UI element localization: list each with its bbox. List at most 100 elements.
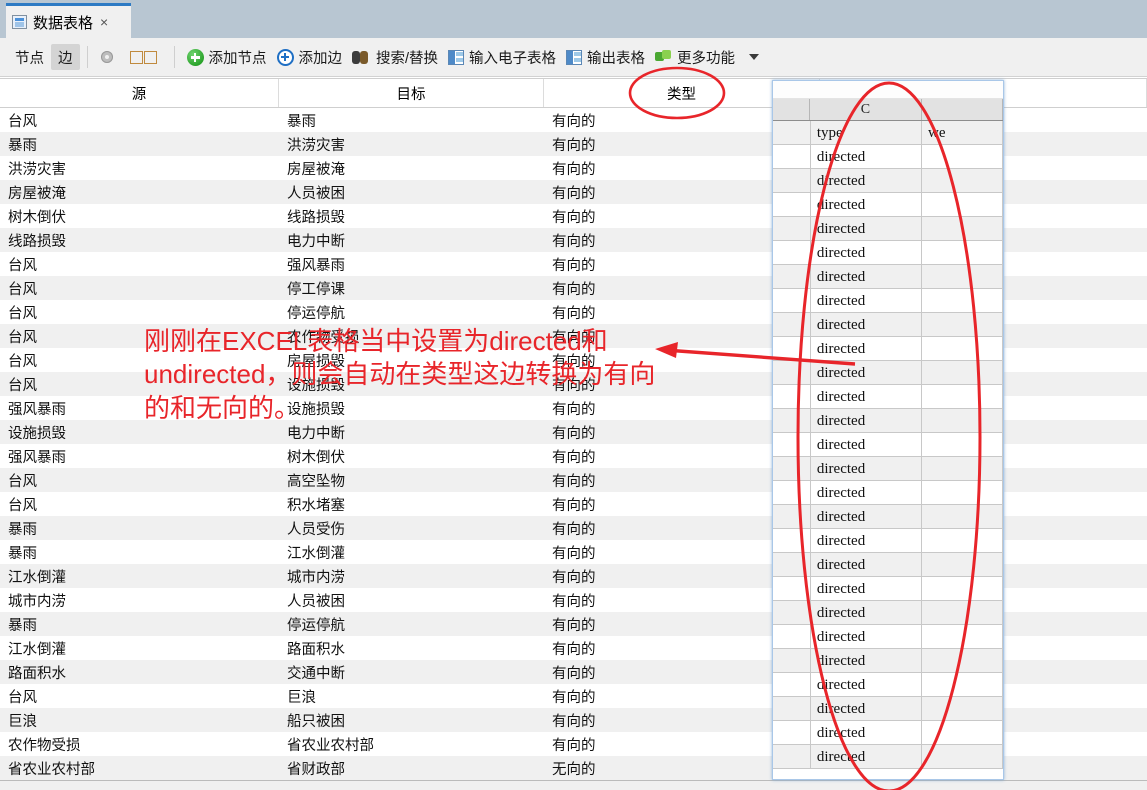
excel-cell-weight[interactable] [922, 481, 1003, 505]
cell-source[interactable]: 台风 [0, 686, 279, 707]
excel-cell-type[interactable]: directed [810, 217, 923, 241]
excel-row[interactable]: directed [773, 457, 1003, 481]
excel-cell-weight[interactable] [922, 529, 1003, 553]
cell-source[interactable]: 暴雨 [0, 518, 279, 539]
excel-row[interactable]: directed [773, 361, 1003, 385]
excel-cell-a[interactable] [773, 313, 811, 337]
excel-cell-a[interactable] [773, 649, 811, 673]
cell-source[interactable]: 城市内涝 [0, 590, 279, 611]
excel-cell-weight-header[interactable]: we [922, 121, 1003, 145]
cell-target[interactable]: 高空坠物 [279, 470, 544, 491]
excel-cell-weight[interactable] [922, 361, 1003, 385]
cell-target[interactable]: 路面积水 [279, 638, 544, 659]
excel-cell-a[interactable] [773, 385, 811, 409]
excel-cell-weight[interactable] [922, 457, 1003, 481]
excel-cell-type[interactable]: directed [810, 553, 923, 577]
excel-cell-a[interactable] [773, 193, 811, 217]
excel-row[interactable]: directed [773, 601, 1003, 625]
add-edge-button[interactable]: 添加边 [272, 44, 348, 70]
cell-source[interactable]: 暴雨 [0, 542, 279, 563]
excel-cell-a[interactable] [773, 241, 811, 265]
cell-target[interactable]: 电力中断 [279, 230, 544, 251]
excel-cell-a[interactable] [773, 217, 811, 241]
excel-row[interactable]: directed [773, 313, 1003, 337]
excel-row[interactable]: directed [773, 553, 1003, 577]
cell-target[interactable]: 人员被困 [279, 590, 544, 611]
cell-source[interactable]: 台风 [0, 470, 279, 491]
cell-target[interactable]: 积水堵塞 [279, 494, 544, 515]
excel-cell-weight[interactable] [922, 385, 1003, 409]
excel-cell-a[interactable] [773, 697, 811, 721]
excel-row[interactable]: directed [773, 745, 1003, 769]
excel-cell-type[interactable]: directed [810, 625, 923, 649]
cell-source[interactable]: 台风 [0, 278, 279, 299]
excel-cell-weight[interactable] [922, 745, 1003, 769]
excel-cell-type[interactable]: directed [810, 241, 923, 265]
cell-source[interactable]: 强风暴雨 [0, 446, 279, 467]
cell-source[interactable]: 台风 [0, 254, 279, 275]
excel-cell-type-header[interactable]: type [810, 121, 923, 145]
excel-cell-type[interactable]: directed [810, 313, 923, 337]
cell-source[interactable]: 暴雨 [0, 614, 279, 635]
import-spreadsheet-button[interactable]: 输入电子表格 [443, 44, 561, 70]
cell-source[interactable]: 树木倒伏 [0, 206, 279, 227]
cell-source[interactable]: 台风 [0, 494, 279, 515]
cell-target[interactable]: 暴雨 [279, 110, 544, 131]
excel-cell-type[interactable]: directed [810, 505, 923, 529]
excel-cell-a[interactable] [773, 145, 811, 169]
cell-source[interactable]: 江水倒灌 [0, 638, 279, 659]
cell-target[interactable]: 人员被困 [279, 182, 544, 203]
excel-cell-type[interactable]: directed [810, 145, 923, 169]
excel-cell-type[interactable]: directed [810, 601, 923, 625]
toolbar-edges-toggle[interactable]: 边 [51, 44, 80, 70]
excel-cell-type[interactable]: directed [810, 673, 923, 697]
excel-cell-a[interactable] [773, 457, 811, 481]
excel-cell-weight[interactable] [922, 265, 1003, 289]
cell-target[interactable]: 停运停航 [279, 302, 544, 323]
excel-cell-weight[interactable] [922, 217, 1003, 241]
excel-cell-weight[interactable] [922, 673, 1003, 697]
cell-target[interactable]: 省农业农村部 [279, 734, 544, 755]
excel-cell-type[interactable]: directed [810, 481, 923, 505]
excel-cell-a[interactable] [773, 553, 811, 577]
excel-cell-weight[interactable] [922, 313, 1003, 337]
excel-cell-a[interactable] [773, 169, 811, 193]
excel-cell-weight[interactable] [922, 601, 1003, 625]
cell-target[interactable]: 洪涝灾害 [279, 134, 544, 155]
excel-cell-type[interactable]: directed [810, 433, 923, 457]
excel-row[interactable]: directed [773, 337, 1003, 361]
cell-target[interactable]: 省财政部 [279, 758, 544, 779]
excel-cell-a[interactable] [773, 745, 811, 769]
excel-row[interactable]: directed [773, 265, 1003, 289]
excel-cell-type[interactable]: directed [810, 385, 923, 409]
excel-row[interactable]: directed [773, 193, 1003, 217]
cell-target[interactable]: 停运停航 [279, 614, 544, 635]
excel-cell-a[interactable] [773, 721, 811, 745]
excel-cell-type[interactable]: directed [810, 529, 923, 553]
excel-row[interactable]: directed [773, 673, 1003, 697]
excel-cell-type[interactable]: directed [810, 577, 923, 601]
cell-source[interactable]: 台风 [0, 302, 279, 323]
excel-col-header-d[interactable] [922, 99, 1003, 120]
excel-cell-type[interactable]: directed [810, 289, 923, 313]
excel-cell-weight[interactable] [922, 721, 1003, 745]
excel-cell-weight[interactable] [922, 145, 1003, 169]
add-node-button[interactable]: 添加节点 [182, 44, 272, 70]
cell-target[interactable]: 江水倒灌 [279, 542, 544, 563]
excel-cell-weight[interactable] [922, 577, 1003, 601]
cell-target[interactable]: 房屋被淹 [279, 158, 544, 179]
excel-cell-a[interactable] [773, 361, 811, 385]
excel-row[interactable]: directed [773, 409, 1003, 433]
cell-source[interactable]: 巨浪 [0, 710, 279, 731]
excel-cell-weight[interactable] [922, 649, 1003, 673]
excel-cell-weight[interactable] [922, 625, 1003, 649]
cell-source[interactable]: 台风 [0, 110, 279, 131]
cell-source[interactable]: 线路损毁 [0, 230, 279, 251]
excel-cell-weight[interactable] [922, 337, 1003, 361]
excel-cell-type[interactable]: directed [810, 457, 923, 481]
excel-cell-type[interactable]: directed [810, 169, 923, 193]
cell-source[interactable]: 房屋被淹 [0, 182, 279, 203]
excel-row[interactable]: directed [773, 385, 1003, 409]
excel-row[interactable]: directed [773, 217, 1003, 241]
excel-row[interactable]: directed [773, 577, 1003, 601]
